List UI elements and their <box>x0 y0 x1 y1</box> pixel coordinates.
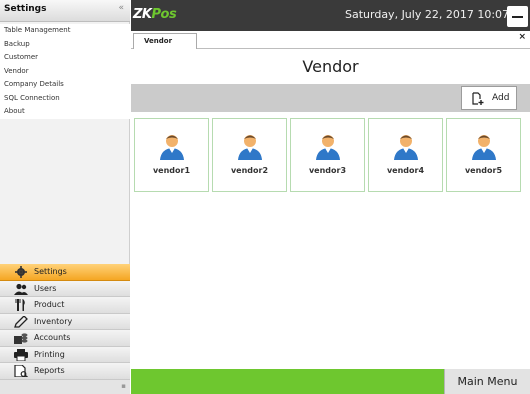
users-icon <box>14 283 28 295</box>
report-icon <box>14 365 28 377</box>
current-datetime: Saturday, July 22, 2017 10:07 <box>345 8 510 21</box>
submenu-item-company-details[interactable]: Company Details <box>0 78 130 92</box>
settings-submenu: Table Management Backup Customer Vendor … <box>0 24 130 119</box>
vendor-name: vendor5 <box>464 166 503 175</box>
nav-item-product[interactable]: Product <box>0 297 130 314</box>
submenu-item-vendor[interactable]: Vendor <box>0 65 130 79</box>
logo-pos: Pos <box>151 7 177 22</box>
sidebar-footer: ▪ <box>0 380 130 394</box>
nav-item-inventory[interactable]: Inventory <box>0 313 130 330</box>
vendor-avatar-icon <box>472 135 496 160</box>
vendor-card[interactable]: vendor3 <box>290 118 365 192</box>
minimize-button[interactable] <box>507 6 528 27</box>
vendor-card[interactable]: vendor2 <box>212 118 287 192</box>
app-header: ZKPos Saturday, July 22, 2017 10:07 <box>131 0 530 31</box>
vendor-name: vendor3 <box>308 166 347 175</box>
page-title: Vendor <box>302 57 359 76</box>
nav-item-users[interactable]: Users <box>0 280 130 297</box>
vendor-name: vendor1 <box>152 166 191 175</box>
tab-vendor[interactable]: Vendor <box>133 33 197 49</box>
nav-label-accounts: Accounts <box>34 333 71 342</box>
nav-label-inventory: Inventory <box>34 316 73 326</box>
action-bar: Add <box>131 84 530 112</box>
pencil-icon <box>14 315 28 328</box>
nav-label-users: Users <box>34 283 57 293</box>
vendor-name: vendor4 <box>386 166 425 175</box>
add-document-icon <box>472 92 484 105</box>
sidebar-header: Settings « <box>0 0 130 22</box>
nav-label-settings: Settings <box>34 267 67 276</box>
vendor-name: vendor2 <box>230 166 269 175</box>
add-vendor-button[interactable]: Add <box>461 86 517 110</box>
vendor-avatar-icon <box>238 135 262 160</box>
submenu-item-customer[interactable]: Customer <box>0 51 130 65</box>
nav-label-reports: Reports <box>34 366 65 375</box>
vendor-card[interactable]: vendor1 <box>134 118 209 192</box>
gear-icon <box>15 266 27 278</box>
resize-grip-icon: ▪ <box>121 382 126 390</box>
submenu-item-about[interactable]: About <box>0 105 130 119</box>
nav-item-settings[interactable]: Settings <box>0 264 130 281</box>
nav-item-accounts[interactable]: Accounts <box>0 330 130 347</box>
vendor-card[interactable]: vendor4 <box>368 118 443 192</box>
zkpos-logo: ZKPos <box>133 7 177 22</box>
vendor-avatar-icon <box>316 135 340 160</box>
vendor-grid: vendor1 vendor2 vendor3 vendor4 vendor5 <box>131 118 530 192</box>
sidebar: Settings « Table Management Backup Custo… <box>0 0 130 394</box>
main-navigation: Settings Users Product Inventory Account… <box>0 264 130 380</box>
nav-label-printing: Printing <box>34 349 65 359</box>
utensils-icon <box>15 299 25 311</box>
printer-icon <box>14 348 28 361</box>
main-menu-button[interactable]: Main Menu <box>444 369 530 394</box>
submenu-item-sql-connection[interactable]: SQL Connection <box>0 92 130 106</box>
minus-icon <box>512 16 523 18</box>
vendor-card[interactable]: vendor5 <box>446 118 521 192</box>
vendor-avatar-icon <box>160 135 184 160</box>
nav-item-printing[interactable]: Printing <box>0 346 130 363</box>
tab-strip: Vendor × <box>131 31 530 49</box>
close-tab-icon[interactable]: × <box>518 32 526 42</box>
footer-bar: Main Menu <box>131 369 530 394</box>
sidebar-title: Settings <box>4 4 47 14</box>
submenu-item-backup[interactable]: Backup <box>0 38 130 52</box>
vendor-avatar-icon <box>394 135 418 160</box>
nav-label-product: Product <box>34 300 65 309</box>
collapse-sidebar-icon[interactable]: « <box>118 3 124 13</box>
coins-icon <box>14 333 28 344</box>
nav-item-reports[interactable]: Reports <box>0 363 130 380</box>
logo-zk: ZK <box>133 7 152 22</box>
submenu-item-table-management[interactable]: Table Management <box>0 24 130 38</box>
add-button-label: Add <box>492 93 510 103</box>
